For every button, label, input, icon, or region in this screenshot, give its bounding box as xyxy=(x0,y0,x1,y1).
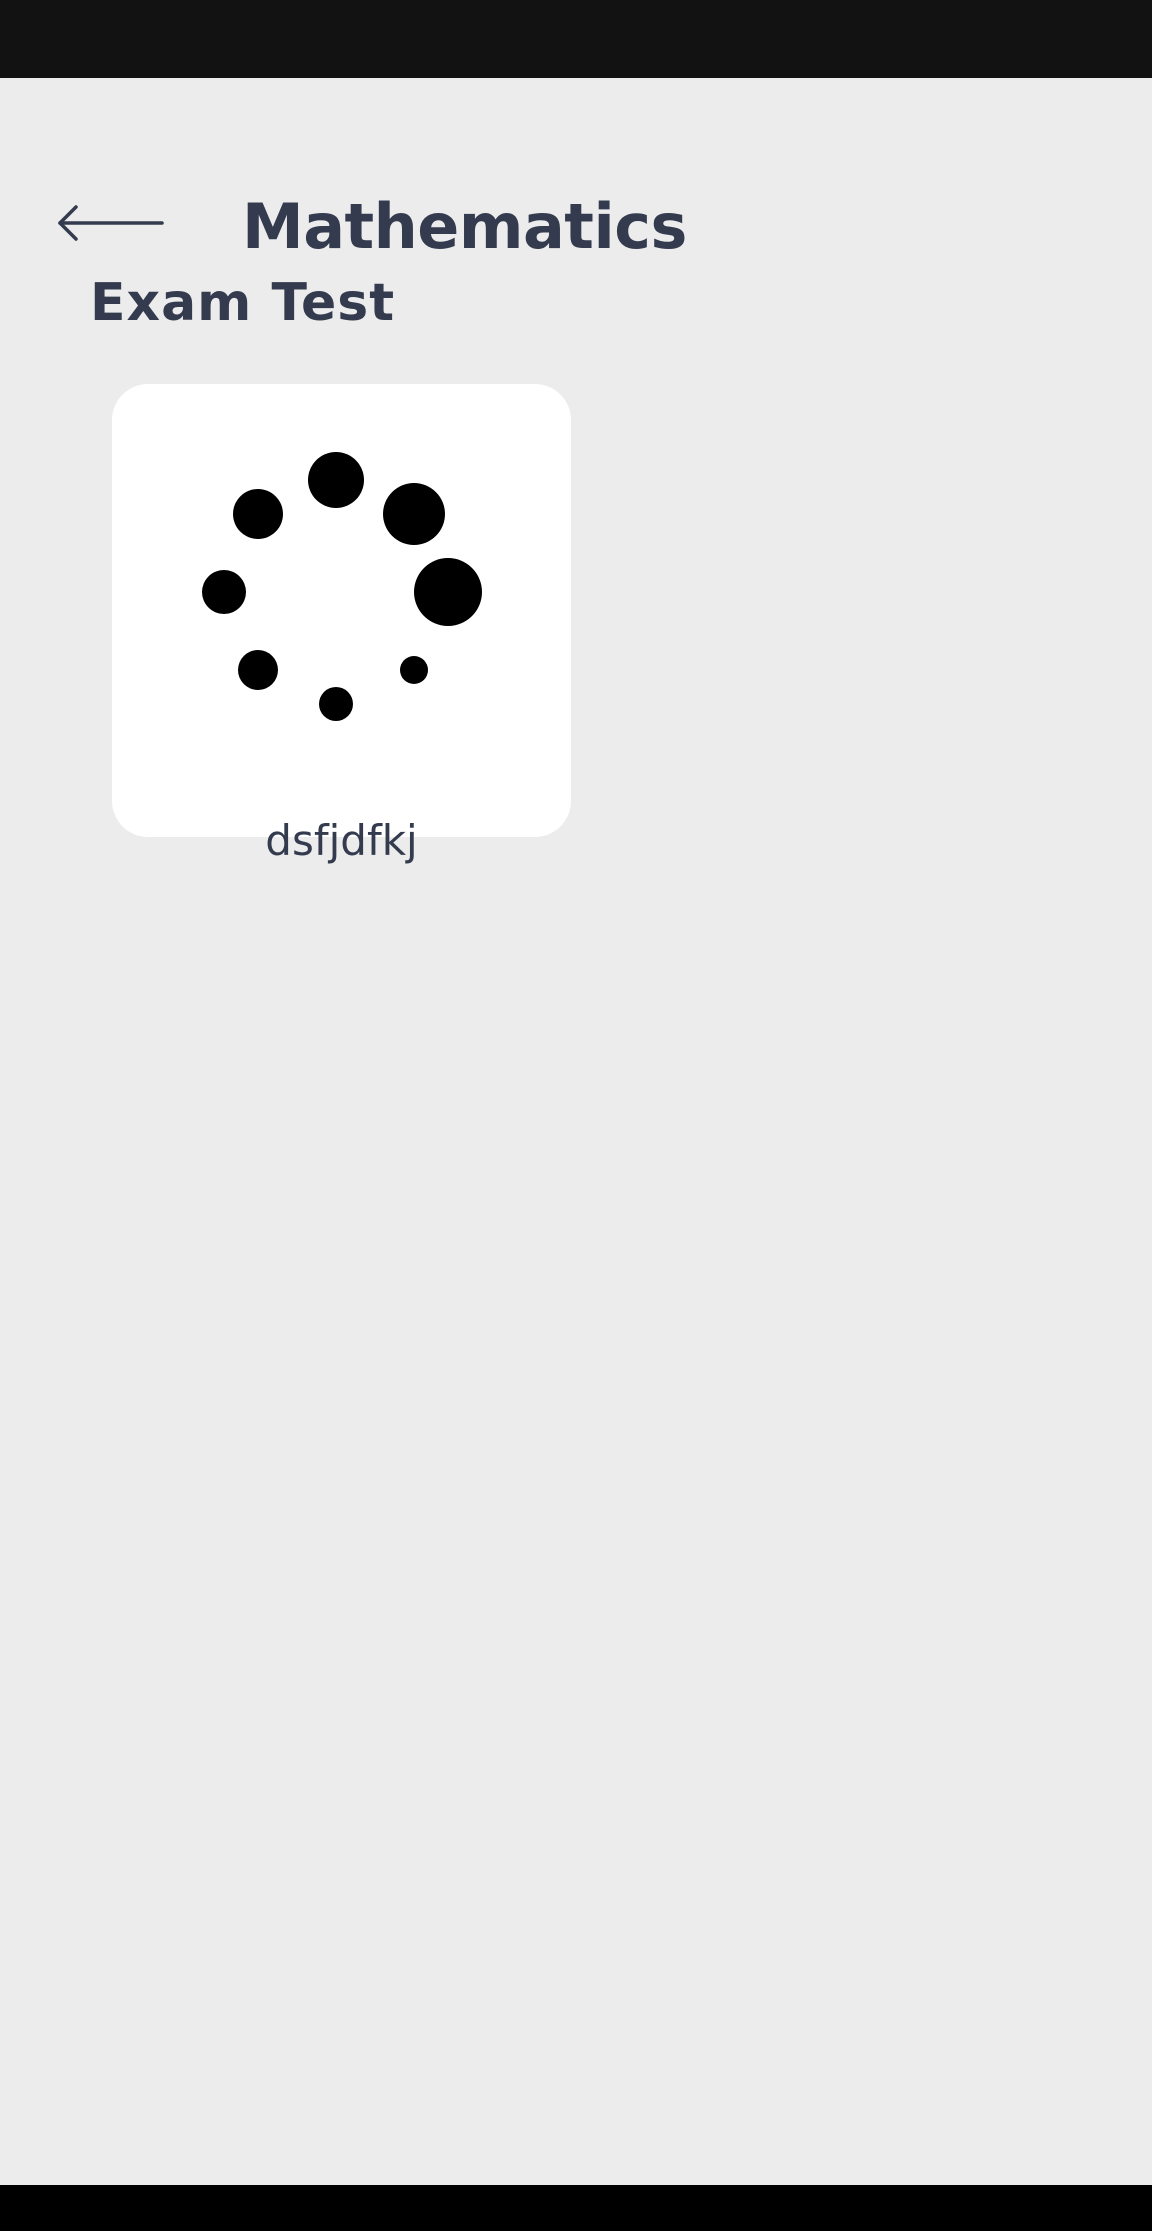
arrow-left-icon xyxy=(58,205,164,241)
navigation-bar xyxy=(0,2185,1152,2231)
loading-dots-icon xyxy=(202,452,482,721)
back-button[interactable] xyxy=(56,195,186,251)
status-bar xyxy=(0,0,1152,78)
section-heading: Exam Test xyxy=(90,273,396,333)
exam-card-label: dsfjdfkj xyxy=(265,816,418,865)
page-title: Mathematics xyxy=(242,190,687,263)
exam-card[interactable]: dsfjdfkj xyxy=(112,384,571,865)
